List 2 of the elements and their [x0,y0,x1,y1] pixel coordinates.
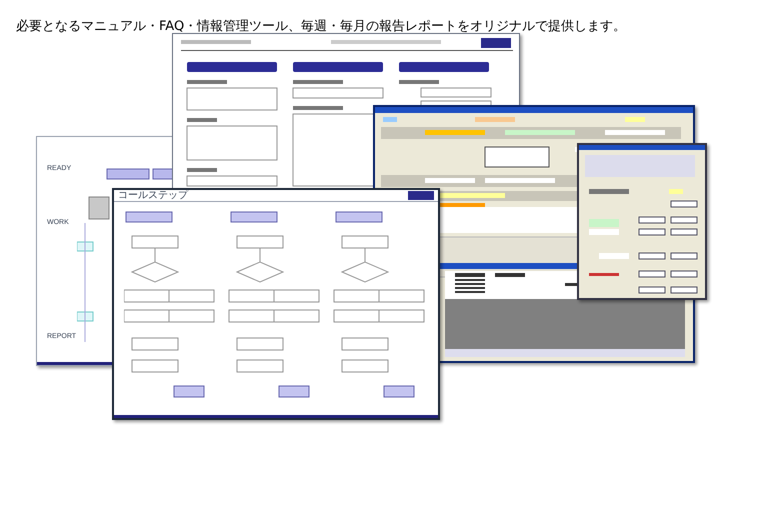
document-title: コールステップ [118,190,188,200]
page-heading: 必要となるマニュアル・FAQ・情報管理ツール、毎週・毎月の報告レポートをオリジナルで提供します。 [16,18,626,36]
